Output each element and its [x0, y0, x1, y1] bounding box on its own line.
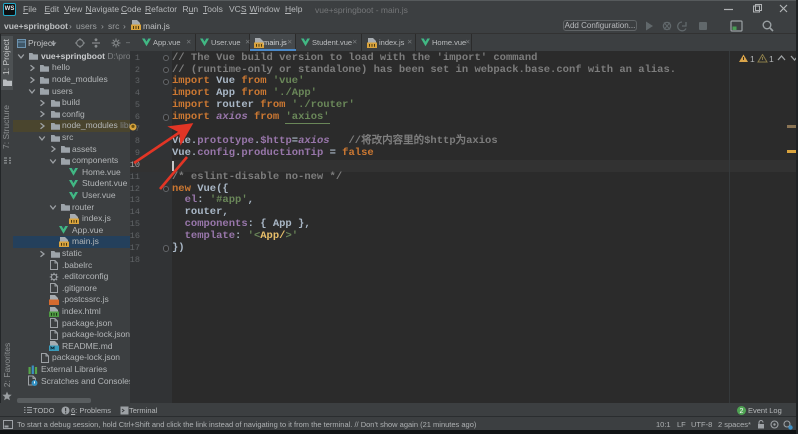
svg-text:2: 2 — [740, 408, 744, 415]
